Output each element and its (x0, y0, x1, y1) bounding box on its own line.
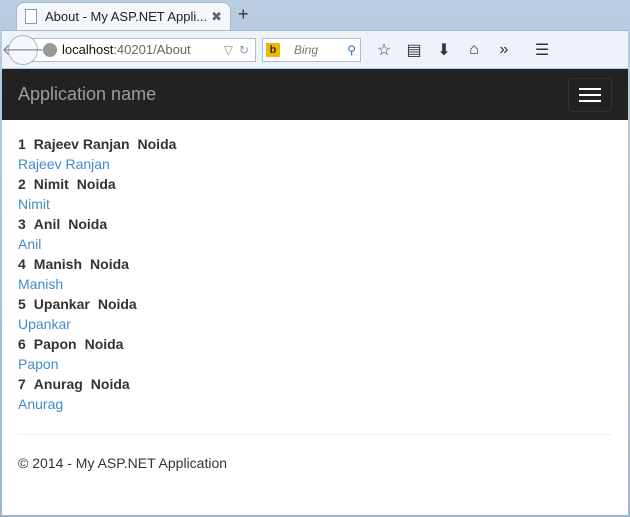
person-link[interactable]: Anil (18, 234, 612, 254)
person-link[interactable]: Nimit (18, 194, 612, 214)
browser-toolbar: 🡐 localhost:40201/About ▽ ↻ b Bing ⚲ ☆ ▤… (2, 30, 628, 68)
person-city: Noida (90, 256, 129, 272)
person-name: Nimit (33, 176, 69, 192)
reading-list-icon[interactable]: ▤ (399, 40, 429, 60)
person-row: 1 Rajeev Ranjan Noida (18, 134, 612, 154)
divider (18, 434, 612, 435)
person-row: 6 Papon Noida (18, 334, 612, 354)
person-id: 2 (18, 176, 26, 192)
person-link[interactable]: Manish (18, 274, 612, 294)
navbar: Application name (2, 69, 628, 120)
reload-icon[interactable]: ↻ (239, 43, 249, 57)
person-name: Rajeev Ranjan (33, 136, 130, 152)
people-list: 1 Rajeev Ranjan Noida Rajeev Ranjan 2 Nimit No… (18, 134, 612, 414)
person-name: Anurag (33, 376, 83, 392)
person-id: 3 (18, 216, 26, 232)
bing-icon[interactable]: b (266, 42, 280, 57)
footer: © 2014 - My ASP.NET Application (18, 455, 228, 471)
person-row: 2 Nimit Noida (18, 174, 612, 194)
bookmark-star-icon[interactable]: ☆ (369, 40, 399, 60)
person-name: Papon (33, 336, 77, 352)
person-link[interactable]: Upankar (18, 314, 612, 334)
person-id: 6 (18, 336, 26, 352)
tab-title: About - My ASP.NET Appli... (45, 9, 208, 24)
new-tab-button[interactable]: + (238, 4, 249, 25)
person-city: Noida (68, 216, 108, 232)
browser-tab[interactable]: About - My ASP.NET Appli... ✖ (16, 2, 231, 30)
search-icon[interactable]: ⚲ (347, 43, 356, 57)
url-path: :40201/About (113, 42, 191, 57)
url-host: localhost (62, 42, 114, 57)
person-row: 3 Anil Noida (18, 214, 612, 234)
person-row: 7 Anurag Noida (18, 374, 612, 394)
person-link[interactable]: Rajeev Ranjan (18, 154, 612, 174)
person-id: 1 (18, 136, 26, 152)
person-city: Noida (90, 376, 130, 392)
globe-icon (43, 42, 57, 57)
person-name: Manish (33, 256, 83, 272)
person-id: 4 (18, 256, 26, 272)
tab-strip: About - My ASP.NET Appli... ✖ + (0, 0, 630, 30)
address-bar[interactable]: localhost:40201/About ▽ ↻ (30, 37, 256, 62)
person-link[interactable]: Anurag (18, 394, 612, 414)
person-row: 5 Upankar Noida (18, 294, 612, 314)
person-link[interactable]: Papon (18, 354, 612, 374)
person-id: 7 (18, 376, 26, 392)
nav-toggle-button[interactable] (568, 77, 612, 112)
person-city: Noida (84, 336, 124, 352)
person-city: Noida (137, 136, 177, 152)
menu-icon[interactable]: ☰ (527, 40, 557, 60)
person-name: Anil (33, 216, 61, 232)
close-tab-icon[interactable]: ✖ (211, 9, 222, 25)
main-content: 1 Rajeev Ranjan Noida Rajeev Ranjan 2 Nimit No… (2, 120, 628, 515)
person-name: Upankar (33, 296, 90, 312)
download-icon[interactable]: ⬇ (429, 40, 459, 60)
search-box[interactable]: b Bing ⚲ (262, 37, 361, 62)
brand-link[interactable]: Application name (18, 84, 156, 105)
person-row: 4 Manish Noida (18, 254, 612, 274)
search-placeholder: Bing (294, 42, 319, 57)
overflow-icon[interactable]: » (489, 41, 519, 59)
person-city: Noida (97, 296, 137, 312)
dropdown-icon[interactable]: ▽ (224, 43, 233, 57)
back-button[interactable]: 🡐 (2, 34, 44, 65)
home-icon[interactable]: ⌂ (459, 41, 489, 59)
person-id: 5 (18, 296, 26, 312)
person-city: Noida (76, 176, 116, 192)
page-icon (25, 9, 37, 24)
